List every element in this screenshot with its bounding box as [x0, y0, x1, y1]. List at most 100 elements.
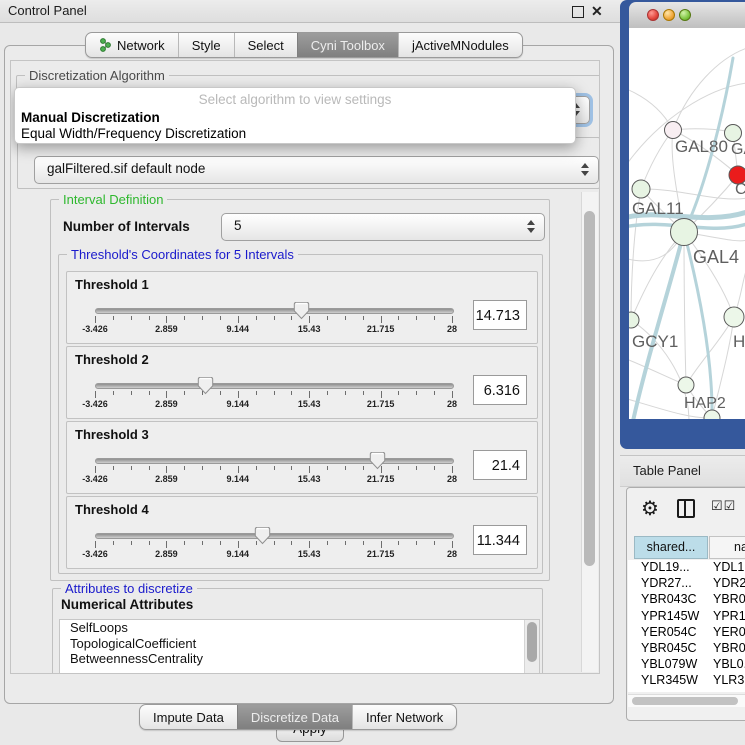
- slider-tick-label: -3.426: [82, 324, 108, 334]
- slider-tick: [363, 391, 364, 395]
- slider-tick-label: 2.859: [155, 324, 178, 334]
- slider-tick: [327, 316, 328, 320]
- app-root: Control Panel ✕ NetworkStyleSelectCyni T…: [0, 0, 745, 745]
- float-window-icon[interactable]: [572, 6, 584, 18]
- tab-cyni-toolbox[interactable]: Cyni Toolbox: [297, 33, 398, 57]
- slider-thumb[interactable]: [369, 451, 386, 475]
- network-node-h[interactable]: [724, 307, 744, 327]
- network-canvas[interactable]: GAL80GACGAL11GAL4GCY1HHAP2: [629, 28, 745, 419]
- close-icon[interactable]: ✕: [591, 2, 603, 20]
- threshold-value-field[interactable]: 6.316: [473, 375, 527, 405]
- tab-network[interactable]: Network: [86, 33, 178, 57]
- network-window-titlebar[interactable]: [629, 2, 745, 29]
- number-of-intervals-combobox[interactable]: 5: [221, 213, 545, 241]
- column-layout-icon[interactable]: [677, 499, 695, 518]
- control-panel-tabs: NetworkStyleSelectCyni ToolboxjActiveMNo…: [85, 32, 523, 58]
- cell-name: YBR0...: [713, 641, 745, 655]
- slider-tick: [149, 541, 150, 545]
- attribute-item-selfloops[interactable]: SelfLoops: [60, 620, 539, 636]
- node-table-rows[interactable]: YDL19...YDL1...YDR27...YDR2...YBR043CYBR…: [628, 560, 745, 692]
- table-row[interactable]: YBR043CYBR0...: [628, 592, 745, 608]
- table-row[interactable]: YPR145WYPR1...: [628, 609, 745, 625]
- slider-tick: [113, 391, 114, 395]
- slider-tick: [256, 391, 257, 395]
- numerical-attributes-list[interactable]: SelfLoopsTopologicalCoefficientBetweenne…: [59, 619, 540, 674]
- table-row[interactable]: YBL079WYBL0...: [628, 657, 745, 673]
- slider-thumb[interactable]: [197, 376, 214, 400]
- table-data-combobox[interactable]: galFiltered.sif default node: [34, 156, 599, 184]
- network-node-gal80[interactable]: [665, 122, 682, 139]
- gear-icon[interactable]: ⚙: [641, 496, 659, 521]
- table-horizontal-scrollbar[interactable]: [628, 694, 745, 707]
- network-node-gal4[interactable]: [671, 219, 698, 246]
- slider-track[interactable]: [95, 383, 454, 389]
- network-node-gcy1[interactable]: [629, 312, 639, 328]
- tab-style[interactable]: Style: [178, 33, 234, 57]
- cell-name: YER0...: [713, 625, 745, 639]
- slider-tick: [184, 466, 185, 470]
- table-row[interactable]: YDR27...YDR2...: [628, 576, 745, 592]
- tab-impute-data[interactable]: Impute Data: [140, 705, 237, 729]
- attribute-item-betweennesscentrality[interactable]: BetweennessCentrality: [60, 651, 539, 667]
- network-edge: [673, 48, 745, 130]
- slider-tick: [256, 541, 257, 545]
- tab-jactivemnodules[interactable]: jActiveMNodules: [398, 33, 522, 57]
- table-row[interactable]: YDL19...YDL1...: [628, 560, 745, 576]
- slider-thumb[interactable]: [293, 301, 310, 325]
- threshold-value-field[interactable]: 21.4: [473, 450, 527, 480]
- tab-infer-network[interactable]: Infer Network: [352, 705, 456, 729]
- slider-tick: [416, 466, 417, 470]
- network-tab-icon: [99, 38, 112, 52]
- network-node-gal11[interactable]: [632, 180, 650, 198]
- checkbox-icons[interactable]: ☑☑: [711, 498, 736, 514]
- attributes-scrollbar-thumb[interactable]: [527, 622, 537, 662]
- tab-discretize-data[interactable]: Discretize Data: [237, 705, 352, 729]
- threshold-panel: Threshold 2 6.316 -3.4262.8599.14415.432…: [66, 346, 538, 419]
- attributes-scrollbar[interactable]: [524, 620, 539, 673]
- minimize-traffic-button[interactable]: [663, 9, 675, 21]
- slider-tick: [363, 466, 364, 470]
- column-header-name[interactable]: na: [709, 536, 745, 559]
- close-traffic-button[interactable]: [647, 9, 659, 21]
- interval-definition-group-title: Interval Definition: [59, 192, 167, 207]
- slider-tick-label: 15.43: [298, 324, 321, 334]
- slider-tick: [95, 316, 96, 323]
- table-row[interactable]: YIL052CYIL0...: [628, 690, 745, 693]
- maximize-traffic-button[interactable]: [679, 9, 691, 21]
- attribute-item-topologicalcoefficient[interactable]: TopologicalCoefficient: [60, 636, 539, 652]
- slider-track[interactable]: [95, 458, 454, 464]
- network-node-hap2[interactable]: [678, 377, 694, 393]
- slider-tick-label: 28: [447, 474, 457, 484]
- network-node-ga[interactable]: [725, 125, 742, 142]
- network-edge: [633, 232, 684, 419]
- cell-shared-name: YPR145W: [641, 609, 699, 623]
- table-row[interactable]: YER054CYER0...: [628, 625, 745, 641]
- algorithm-option-manual-discretization[interactable]: Manual Discretization: [21, 110, 160, 125]
- algorithm-option-equal-width-frequency-discretization[interactable]: Equal Width/Frequency Discretization: [21, 126, 246, 141]
- table-row[interactable]: YLR345WYLR3...: [628, 673, 745, 689]
- table-data-group: Table Data galFiltered.sif default node: [17, 137, 600, 189]
- settings-vertical-scrollbar[interactable]: [581, 192, 598, 672]
- slider-tick-label: 9.144: [227, 324, 250, 334]
- network-node-label: GAL11: [632, 199, 684, 218]
- slider-track[interactable]: [95, 533, 454, 539]
- slider-tick-label: 21.715: [367, 549, 395, 559]
- table-row[interactable]: YBR045CYBR0...: [628, 641, 745, 657]
- slider-tick: [345, 316, 346, 320]
- network-node-label: GAL4: [693, 247, 739, 267]
- slider-tick: [113, 541, 114, 545]
- control-panel-title: Control Panel: [8, 3, 87, 18]
- slider-tick-label: 9.144: [227, 474, 250, 484]
- slider-tick: [131, 391, 132, 395]
- table-hscrollbar-thumb[interactable]: [632, 697, 738, 705]
- cell-shared-name: YBL079W: [641, 657, 697, 671]
- slider-tick: [202, 391, 203, 395]
- slider-track[interactable]: [95, 308, 454, 314]
- slider-thumb[interactable]: [254, 526, 271, 550]
- settings-scrollbar-thumb[interactable]: [584, 211, 595, 566]
- threshold-value-field[interactable]: 11.344: [473, 525, 527, 555]
- slider-tick: [166, 466, 167, 473]
- column-header-shared-name[interactable]: shared...: [634, 536, 708, 559]
- threshold-value-field[interactable]: 14.713: [473, 300, 527, 330]
- tab-select[interactable]: Select: [234, 33, 297, 57]
